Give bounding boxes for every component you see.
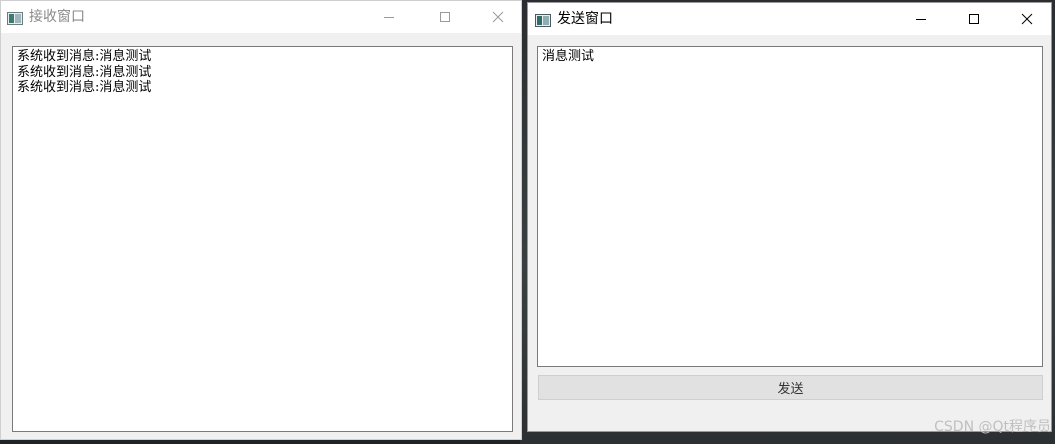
send-window: 发送窗口 消息测试 发送 (527, 2, 1052, 432)
app-icon (535, 12, 551, 27)
send-window-title: 发送窗口 (557, 11, 613, 27)
close-button[interactable] (475, 1, 521, 33)
message-input-text: 消息测试 (542, 49, 595, 64)
maximize-button[interactable] (422, 1, 468, 33)
maximize-icon (969, 14, 979, 24)
watermark: CSDN @Qt程序员 (934, 419, 1051, 435)
close-icon (1021, 13, 1033, 25)
receive-window-titlebar[interactable]: 接收窗口 (1, 1, 521, 33)
minimize-icon (384, 17, 394, 18)
receive-window: 接收窗口 系统收到消息:消息测试 系统收到消息:消息测试 系统收到消息:消息测试 (0, 0, 522, 440)
minimize-icon (916, 19, 926, 20)
message-line: 系统收到消息:消息测试 (17, 49, 152, 64)
message-line: 系统收到消息:消息测试 (17, 80, 152, 95)
receive-window-title: 接收窗口 (29, 9, 85, 25)
minimize-button[interactable] (366, 1, 412, 33)
maximize-icon (440, 12, 450, 22)
message-input-textarea[interactable]: 消息测试 (537, 46, 1043, 367)
send-button[interactable]: 发送 (538, 375, 1043, 400)
maximize-button[interactable] (951, 3, 997, 35)
minimize-button[interactable] (898, 3, 944, 35)
close-icon (492, 11, 504, 23)
app-icon (7, 10, 23, 25)
send-window-titlebar[interactable]: 发送窗口 (528, 3, 1051, 35)
received-messages-textarea[interactable]: 系统收到消息:消息测试 系统收到消息:消息测试 系统收到消息:消息测试 (12, 46, 513, 432)
message-line: 系统收到消息:消息测试 (17, 64, 152, 80)
close-button[interactable] (1004, 3, 1050, 35)
